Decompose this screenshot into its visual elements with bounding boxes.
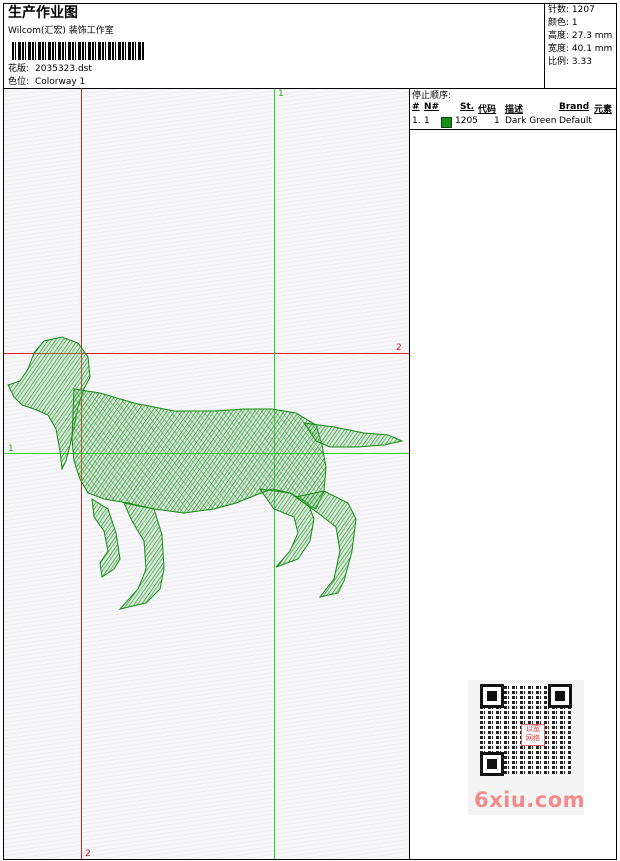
- row-brand: Default: [559, 116, 592, 126]
- color-count: 颜色: 1: [548, 18, 578, 28]
- header-panel: 生产作业图 Wilcom(汇宏) 装饰工作室 花版: 2035323.dst 色…: [3, 3, 617, 89]
- row-code: 1: [494, 116, 500, 126]
- qr-finder-icon: [480, 752, 504, 776]
- watermark-qr-block: 以宽 网络 6xiu.com: [468, 680, 585, 815]
- col-header-n: N#: [424, 102, 440, 112]
- colorway-value: Colorway 1: [35, 77, 86, 87]
- col-header-stitches: St.: [460, 102, 475, 112]
- company-name: Wilcom(汇宏) 装饰工作室: [8, 26, 114, 36]
- colorway-label: 色位:: [8, 77, 30, 87]
- col-header-index: #: [412, 102, 420, 112]
- barcode: [12, 42, 145, 60]
- design-height: 高度: 27.3 mm: [548, 31, 613, 41]
- col-header-code: 代码: [478, 105, 497, 115]
- design-value: 2035323.dst: [35, 64, 92, 74]
- watermark-site[interactable]: 6xiu.com: [474, 788, 585, 812]
- design-label: 花版:: [8, 64, 30, 74]
- embroidery-dog-design: [7, 336, 404, 610]
- design-scale: 比例: 3.33: [548, 57, 592, 67]
- thread-color-swatch: [441, 117, 452, 128]
- design-canvas: 1 2 1 2: [3, 88, 410, 860]
- col-header-description: 描述: [505, 105, 524, 115]
- stitch-count: 针数: 1207: [548, 5, 595, 15]
- stats-box: 针数: 1207 颜色: 1 高度: 27.3 mm 宽度: 40.1 mm 比…: [544, 3, 617, 89]
- row-stitches: 1205: [455, 116, 478, 126]
- qr-code: 以宽 网络: [480, 684, 572, 776]
- stop-sequence-title: 停止顺序:: [412, 91, 452, 101]
- col-header-element: 元素: [594, 105, 613, 115]
- design-width: 宽度: 40.1 mm: [548, 44, 613, 54]
- row-n: 1: [424, 116, 430, 126]
- col-header-brand: Brand: [559, 102, 590, 112]
- row-index: 1.: [412, 116, 421, 126]
- qr-finder-icon: [548, 684, 572, 708]
- row-description: Dark Green: [505, 116, 557, 126]
- qr-center-logo: 以宽 网络: [521, 724, 545, 746]
- qr-finder-icon: [480, 684, 504, 708]
- table-row: 1. 1 1205 1 Dark Green Default: [410, 115, 616, 130]
- page-title: 生产作业图: [8, 5, 78, 21]
